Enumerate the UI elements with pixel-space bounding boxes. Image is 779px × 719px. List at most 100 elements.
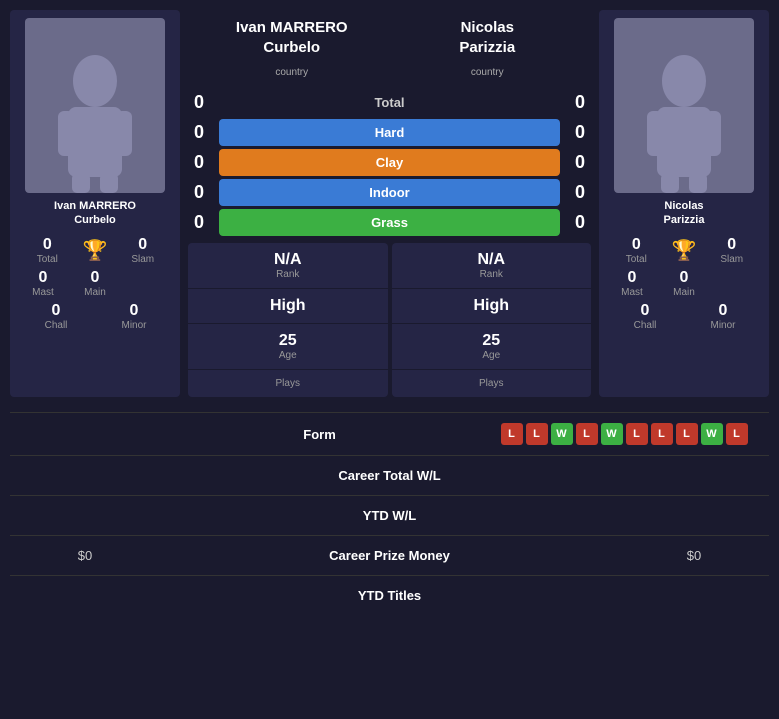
left-age-label: Age bbox=[193, 350, 383, 361]
career-prize-right: $0 bbox=[624, 548, 764, 563]
right-mast-label: Mast bbox=[607, 287, 657, 298]
right-player-box: Nicolas Parizzia 0 Total 🏆 0 Slam bbox=[599, 10, 769, 397]
right-plays-label: Plays bbox=[397, 378, 587, 389]
form-badge-w: W bbox=[701, 423, 723, 445]
courts-area: 0 Total 0 0 Hard 0 0 Clay 0 0 bbox=[184, 84, 595, 241]
left-mast-label: Mast bbox=[18, 287, 68, 298]
left-name-header: Ivan MARRERO Curbelo bbox=[194, 18, 390, 57]
right-age-value: 25 bbox=[397, 332, 587, 350]
left-player-name: Ivan MARRERO Curbelo bbox=[54, 199, 136, 228]
left-stat-panel: N/A Rank High 25 Age Plays bbox=[188, 243, 388, 397]
form-badge-l: L bbox=[651, 423, 673, 445]
court-clay-row[interactable]: 0 Clay 0 bbox=[184, 149, 595, 176]
left-high-value: High bbox=[193, 297, 383, 315]
left-slam-label: Slam bbox=[113, 254, 172, 265]
right-stat-panel: N/A Rank High 25 Age Plays bbox=[392, 243, 592, 397]
total-score-right: 0 bbox=[565, 92, 595, 113]
court-hard-row[interactable]: 0 Hard 0 bbox=[184, 119, 595, 146]
right-plays-item: Plays bbox=[392, 370, 592, 397]
form-label: Form bbox=[155, 427, 484, 442]
right-rank-label: Rank bbox=[397, 269, 587, 280]
career-total-row: Career Total W/L bbox=[10, 455, 769, 495]
clay-score-left: 0 bbox=[184, 152, 214, 173]
right-total-label: Total bbox=[607, 254, 666, 265]
page-wrapper: Ivan MARRERO Curbelo 0 Total 🏆 0 Slam bbox=[0, 0, 779, 719]
hard-court-btn[interactable]: Hard bbox=[219, 119, 560, 146]
right-minor-label: Minor bbox=[685, 320, 761, 331]
left-mast-value: 0 bbox=[18, 269, 68, 287]
left-high-item: High bbox=[188, 289, 388, 324]
grass-court-btn[interactable]: Grass bbox=[219, 209, 560, 236]
form-badge-l: L bbox=[576, 423, 598, 445]
left-age-value: 25 bbox=[193, 332, 383, 350]
court-indoor-row[interactable]: 0 Indoor 0 bbox=[184, 179, 595, 206]
right-trophy-icon: 🏆 bbox=[672, 238, 697, 263]
right-chall-value: 0 bbox=[607, 302, 683, 320]
form-badge-l: L bbox=[726, 423, 748, 445]
mid-stat-panels: N/A Rank High 25 Age Plays bbox=[184, 243, 595, 397]
indoor-court-btn[interactable]: Indoor bbox=[219, 179, 560, 206]
grass-score-left: 0 bbox=[184, 212, 214, 233]
left-trophy-icon: 🏆 bbox=[83, 238, 108, 263]
left-age-item: 25 Age bbox=[188, 324, 388, 370]
court-total-row: 0 Total 0 bbox=[184, 89, 595, 116]
form-badge-l: L bbox=[676, 423, 698, 445]
right-main-value: 0 bbox=[659, 269, 709, 287]
right-total-value: 0 bbox=[607, 236, 666, 254]
form-badge-w: W bbox=[601, 423, 623, 445]
right-mast-value: 0 bbox=[607, 269, 657, 287]
ytd-wl-label: YTD W/L bbox=[155, 508, 624, 523]
left-plays-item: Plays bbox=[188, 370, 388, 397]
middle-box: Ivan MARRERO Curbelo Nicolas Parizzia co… bbox=[184, 10, 595, 397]
career-total-label: Career Total W/L bbox=[155, 468, 624, 483]
hard-score-right: 0 bbox=[565, 122, 595, 143]
left-chall-label: Chall bbox=[18, 320, 94, 331]
right-player-name: Nicolas Parizzia bbox=[664, 199, 705, 228]
right-country: country bbox=[471, 65, 504, 80]
left-plays-label: Plays bbox=[193, 378, 383, 389]
ytd-wl-row: YTD W/L bbox=[10, 495, 769, 535]
form-badge-l: L bbox=[526, 423, 548, 445]
right-rank-item: N/A Rank bbox=[392, 243, 592, 289]
bottom-rows: Form LLWLWLLLWL Career Total W/L YTD W/L… bbox=[0, 412, 779, 615]
clay-court-btn[interactable]: Clay bbox=[219, 149, 560, 176]
right-high-value: High bbox=[397, 297, 587, 315]
career-prize-row: $0 Career Prize Money $0 bbox=[10, 535, 769, 575]
left-rank-item: N/A Rank bbox=[188, 243, 388, 289]
left-minor-label: Minor bbox=[96, 320, 172, 331]
left-player-photo bbox=[25, 18, 165, 193]
right-name-header: Nicolas Parizzia bbox=[390, 18, 586, 57]
players-comparison: Ivan MARRERO Curbelo 0 Total 🏆 0 Slam bbox=[0, 0, 779, 407]
clay-score-right: 0 bbox=[565, 152, 595, 173]
hard-score-left: 0 bbox=[184, 122, 214, 143]
career-prize-label: Career Prize Money bbox=[155, 548, 624, 563]
left-rank-label: Rank bbox=[193, 269, 383, 280]
left-player-box: Ivan MARRERO Curbelo 0 Total 🏆 0 Slam bbox=[10, 10, 180, 397]
right-slam-label: Slam bbox=[702, 254, 761, 265]
left-main-value: 0 bbox=[70, 269, 120, 287]
left-total-label: Total bbox=[18, 254, 77, 265]
right-player-photo bbox=[614, 18, 754, 193]
right-slam-value: 0 bbox=[702, 236, 761, 254]
form-row: Form LLWLWLLLWL bbox=[10, 412, 769, 455]
form-badge-l: L bbox=[626, 423, 648, 445]
left-chall-value: 0 bbox=[18, 302, 94, 320]
grass-score-right: 0 bbox=[565, 212, 595, 233]
total-score-left: 0 bbox=[184, 92, 214, 113]
right-age-item: 25 Age bbox=[392, 324, 592, 370]
left-slam-value: 0 bbox=[113, 236, 172, 254]
left-minor-value: 0 bbox=[96, 302, 172, 320]
indoor-score-left: 0 bbox=[184, 182, 214, 203]
left-main-label: Main bbox=[70, 287, 120, 298]
indoor-score-right: 0 bbox=[565, 182, 595, 203]
right-chall-label: Chall bbox=[607, 320, 683, 331]
names-row: Ivan MARRERO Curbelo Nicolas Parizzia bbox=[184, 10, 595, 65]
right-minor-value: 0 bbox=[685, 302, 761, 320]
right-high-item: High bbox=[392, 289, 592, 324]
form-badges: LLWLWLLLWL bbox=[484, 423, 764, 445]
form-badge-w: W bbox=[551, 423, 573, 445]
left-total-value: 0 bbox=[18, 236, 77, 254]
right-age-label: Age bbox=[397, 350, 587, 361]
right-main-label: Main bbox=[659, 287, 709, 298]
court-grass-row[interactable]: 0 Grass 0 bbox=[184, 209, 595, 236]
